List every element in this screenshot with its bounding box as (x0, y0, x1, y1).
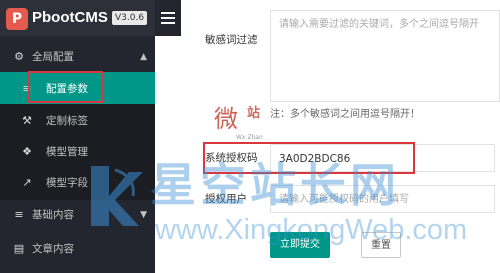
watermark-site-url: www.XingkongWeb.com (155, 214, 468, 246)
watermark-stamp: 微 (214, 105, 238, 133)
watermark-stamp-side: 站 (247, 106, 261, 121)
sidebar: P PbootCMS V3.0.6 ⚙ 全局配置 ▲ ≡ 配置参数 ⚒ 定制标签… (0, 0, 155, 273)
textarea-placeholder: 请输入需要过滤的关键词，多个之间逗号隔开 (279, 19, 479, 30)
menu-toggle-button[interactable] (155, 0, 181, 36)
sidebar-item-label: 定制标签 (46, 115, 88, 127)
external-link-icon: ↗ (22, 176, 32, 189)
nav-group-article-content[interactable]: ▤ 文章内容 (0, 232, 155, 266)
watermark-logo-icon (91, 166, 143, 226)
nav-group-label: 基础内容 (32, 209, 74, 221)
sensitive-words-textarea[interactable]: 请输入需要过滤的关键词，多个之间逗号隔开 (270, 10, 500, 102)
sidebar-item-label: 模型字段 (46, 177, 88, 189)
document-icon: ▤ (13, 242, 25, 255)
sensitive-words-hint: 注：多个敏感词之间用逗号隔开！ (270, 109, 420, 120)
sliders-icon: ≡ (14, 208, 24, 221)
brand-bar: P PbootCMS V3.0.6 (0, 0, 155, 36)
nav-group-global-config[interactable]: ⚙ 全局配置 ▲ (0, 40, 155, 74)
highlight-box (28, 71, 103, 103)
brand-name: PbootCMS (32, 9, 108, 26)
nav-group-label: 文章内容 (32, 243, 74, 255)
sensitive-words-label: 敏感词过滤 (205, 34, 258, 46)
version-badge: V3.0.6 (112, 11, 148, 25)
watermark-site-cn: 星空站长网 (150, 158, 400, 212)
wrench-icon: ⚒ (22, 114, 32, 127)
settings-icon: ⚙ (14, 50, 24, 63)
cube-icon: ❖ (22, 145, 32, 158)
brand-logo: P (6, 8, 28, 30)
nav-group-label: 全局配置 (32, 51, 74, 63)
chevron-up-icon: ▲ (140, 52, 147, 62)
hamburger-icon (161, 12, 175, 14)
sidebar-item-custom-tags[interactable]: ⚒ 定制标签 (0, 104, 155, 138)
sidebar-item-label: 模型管理 (46, 146, 88, 158)
watermark-stamp-sub: Wx Zhan (236, 134, 263, 141)
